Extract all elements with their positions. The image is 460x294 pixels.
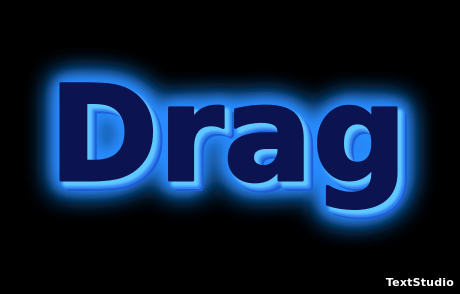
glowing-word-art: Drag Drag Drag Drag Drag: [0, 0, 460, 294]
watermark-logo: TextStudio: [385, 276, 454, 289]
word-face: Drag: [49, 58, 407, 212]
canvas: Drag Drag Drag Drag Drag TextStudio: [0, 0, 460, 294]
